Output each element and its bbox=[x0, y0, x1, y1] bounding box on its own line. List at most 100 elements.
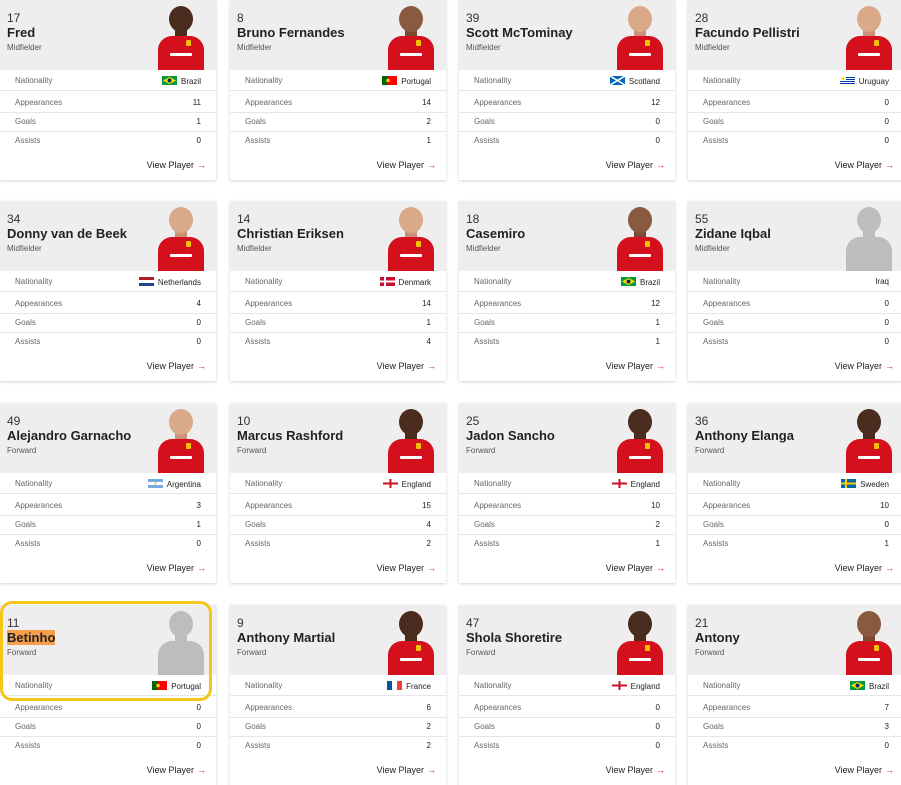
player-name[interactable]: Betinho bbox=[7, 630, 56, 645]
player-name[interactable]: Alejandro Garnacho bbox=[7, 428, 131, 443]
assists-value: 2 bbox=[426, 741, 431, 750]
player-card[interactable]: 14 Christian Eriksen Midfielder Nationality… bbox=[230, 201, 446, 381]
player-card[interactable]: 21 Antony Forward Nationality Brazil Appearan… bbox=[688, 605, 901, 785]
view-player-label[interactable]: View Player bbox=[377, 563, 424, 573]
view-player-link[interactable]: View Player → bbox=[835, 765, 894, 775]
appearances-value: 15 bbox=[422, 501, 431, 510]
player-name[interactable]: Casemiro bbox=[466, 226, 525, 241]
player-card[interactable]: 47 Shola Shoretire Forward Nationality Engla… bbox=[459, 605, 675, 785]
appearances-label: Appearances bbox=[245, 703, 293, 712]
goals-row: Goals 4 bbox=[230, 514, 446, 535]
view-player-link[interactable]: View Player → bbox=[377, 563, 436, 573]
view-player-link[interactable]: View Player → bbox=[606, 765, 665, 775]
player-name[interactable]: Fred bbox=[7, 25, 35, 40]
view-player-link[interactable]: View Player → bbox=[147, 765, 206, 775]
player-photo bbox=[844, 4, 894, 70]
head-shape bbox=[857, 6, 881, 32]
player-name[interactable]: Antony bbox=[695, 630, 740, 645]
player-card[interactable]: 10 Marcus Rashford Forward Nationality Engla… bbox=[230, 403, 446, 583]
head-shape bbox=[169, 207, 193, 233]
view-player-link[interactable]: View Player → bbox=[147, 361, 206, 371]
player-card[interactable]: 17 Fred Midfielder Nationality Brazil Appeara… bbox=[0, 0, 216, 180]
view-player-label[interactable]: View Player bbox=[147, 765, 194, 775]
view-player-label[interactable]: View Player bbox=[147, 361, 194, 371]
view-player-link[interactable]: View Player → bbox=[377, 765, 436, 775]
view-player-label[interactable]: View Player bbox=[606, 361, 653, 371]
view-player-label[interactable]: View Player bbox=[377, 160, 424, 170]
goals-label: Goals bbox=[15, 318, 36, 327]
goals-row: Goals 1 bbox=[459, 312, 675, 333]
view-player-label[interactable]: View Player bbox=[606, 765, 653, 775]
view-player-link[interactable]: View Player → bbox=[377, 160, 436, 170]
view-player-label[interactable]: View Player bbox=[835, 563, 882, 573]
arrow-right-icon: → bbox=[656, 563, 665, 573]
view-player-link[interactable]: View Player → bbox=[377, 361, 436, 371]
appearances-row: Appearances 12 bbox=[459, 293, 675, 314]
player-position: Forward bbox=[695, 648, 725, 657]
sponsor-logo bbox=[629, 658, 651, 661]
view-player-link[interactable]: View Player → bbox=[835, 361, 894, 371]
player-name[interactable]: Anthony Elanga bbox=[695, 428, 794, 443]
view-player-label[interactable]: View Player bbox=[147, 160, 194, 170]
appearances-label: Appearances bbox=[15, 299, 63, 308]
player-card[interactable]: 36 Anthony Elanga Forward Nationality Sweden… bbox=[688, 403, 901, 583]
player-position: Midfielder bbox=[7, 43, 42, 52]
player-name[interactable]: Marcus Rashford bbox=[237, 428, 343, 443]
player-card[interactable]: 25 Jadon Sancho Forward Nationality England A… bbox=[459, 403, 675, 583]
club-crest-icon bbox=[186, 443, 191, 449]
appearances-label: Appearances bbox=[474, 501, 522, 510]
view-player-link[interactable]: View Player → bbox=[147, 563, 206, 573]
player-name[interactable]: Christian Eriksen bbox=[237, 226, 344, 241]
view-player-label[interactable]: View Player bbox=[606, 563, 653, 573]
view-player-link[interactable]: View Player → bbox=[835, 160, 894, 170]
player-card[interactable]: 8 Bruno Fernandes Midfielder Nationality Por… bbox=[230, 0, 446, 180]
appearances-label: Appearances bbox=[15, 703, 63, 712]
player-name[interactable]: Scott McTominay bbox=[466, 25, 573, 40]
player-name[interactable]: Anthony Martial bbox=[237, 630, 335, 645]
player-card[interactable]: 28 Facundo Pellistri Midfielder Nationality… bbox=[688, 0, 901, 180]
player-position: Midfielder bbox=[695, 43, 730, 52]
head-shape bbox=[169, 409, 193, 435]
view-player-label[interactable]: View Player bbox=[835, 160, 882, 170]
assists-value: 0 bbox=[196, 337, 201, 346]
player-card[interactable]: 55 Zidane Iqbal Midfielder Nationality Iraq A… bbox=[688, 201, 901, 381]
view-player-label[interactable]: View Player bbox=[606, 160, 653, 170]
head-shape bbox=[628, 6, 652, 32]
goals-row: Goals 0 bbox=[688, 312, 901, 333]
player-card[interactable]: 9 Anthony Martial Forward Nationality France… bbox=[230, 605, 446, 785]
player-name[interactable]: Bruno Fernandes bbox=[237, 25, 345, 40]
player-card[interactable]: 49 Alejandro Garnacho Forward Nationality Ar… bbox=[0, 403, 216, 583]
player-name[interactable]: Facundo Pellistri bbox=[695, 25, 800, 40]
view-player-link[interactable]: View Player → bbox=[606, 563, 665, 573]
sponsor-logo bbox=[400, 254, 422, 257]
nationality-row: Nationality Argentina bbox=[0, 473, 216, 494]
player-name[interactable]: Shola Shoretire bbox=[466, 630, 562, 645]
arrow-right-icon: → bbox=[885, 765, 894, 775]
goals-value: 2 bbox=[426, 117, 431, 126]
view-player-label[interactable]: View Player bbox=[835, 765, 882, 775]
assists-value: 0 bbox=[196, 136, 201, 145]
view-player-link[interactable]: View Player → bbox=[606, 160, 665, 170]
goals-label: Goals bbox=[245, 117, 266, 126]
player-card[interactable]: 34 Donny van de Beek Midfielder Nationality… bbox=[0, 201, 216, 381]
player-photo bbox=[615, 4, 665, 70]
appearances-value: 0 bbox=[884, 299, 889, 308]
player-card[interactable]: 11 Betinho Forward Nationality Portugal Appea… bbox=[0, 605, 216, 785]
view-player-label[interactable]: View Player bbox=[147, 563, 194, 573]
player-card[interactable]: 39 Scott McTominay Midfielder Nationality Sc… bbox=[459, 0, 675, 180]
player-name[interactable]: Zidane Iqbal bbox=[695, 226, 771, 241]
player-name[interactable]: Donny van de Beek bbox=[7, 226, 127, 241]
player-name[interactable]: Jadon Sancho bbox=[466, 428, 555, 443]
view-player-label[interactable]: View Player bbox=[377, 361, 424, 371]
view-player-link[interactable]: View Player → bbox=[606, 361, 665, 371]
player-card[interactable]: 18 Casemiro Midfielder Nationality Brazil App… bbox=[459, 201, 675, 381]
view-player-link[interactable]: View Player → bbox=[835, 563, 894, 573]
view-player-link[interactable]: View Player → bbox=[147, 160, 206, 170]
head-shape bbox=[169, 611, 193, 637]
player-photo bbox=[156, 407, 206, 473]
appearances-label: Appearances bbox=[703, 299, 751, 308]
view-player-label[interactable]: View Player bbox=[377, 765, 424, 775]
goals-value: 1 bbox=[655, 318, 660, 327]
view-player-label[interactable]: View Player bbox=[835, 361, 882, 371]
appearances-row: Appearances 11 bbox=[0, 92, 216, 113]
